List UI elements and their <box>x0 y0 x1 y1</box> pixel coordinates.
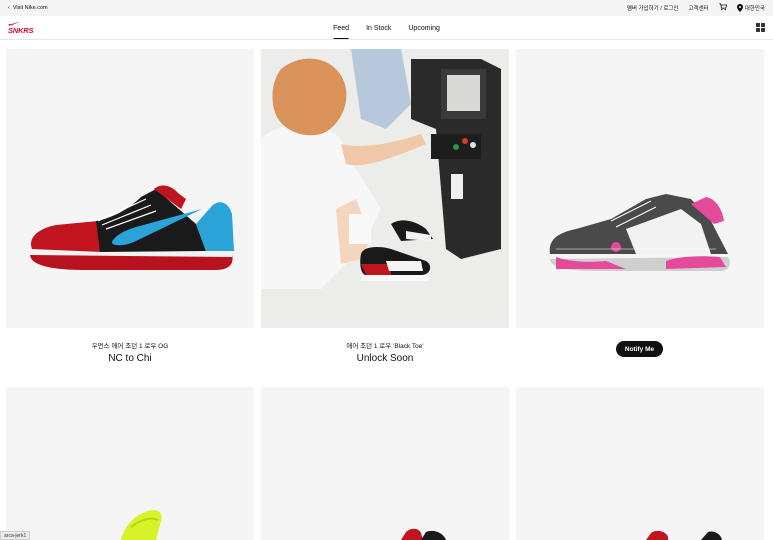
lifestyle-photo <box>261 49 509 328</box>
product-image-row2-2[interactable] <box>261 387 509 540</box>
product-image-nc-to-chi[interactable] <box>6 49 254 328</box>
product-caption-1: 우먼스 에어 조던 1 로우 OG NC to Chi <box>6 340 254 364</box>
product-caption-2: 에어 조던 1 로우 'Black Toe' Unlock Soon <box>261 340 509 364</box>
location-pin-icon <box>736 4 743 12</box>
product-subtitle: 에어 조던 1 로우 'Black Toe' <box>346 343 424 350</box>
sneaker-image <box>121 510 162 540</box>
grid-view-icon[interactable] <box>756 23 765 32</box>
tab-feed[interactable]: Feed <box>333 16 349 40</box>
product-image-third[interactable] <box>516 49 764 328</box>
cart-icon[interactable] <box>719 3 727 13</box>
product-image-black-toe[interactable] <box>261 49 509 328</box>
tab-in-stock[interactable]: In Stock <box>366 16 391 40</box>
main-nav: Feed In Stock Upcoming <box>333 16 440 40</box>
join-login-link[interactable]: 멤버 가입하기 / 로그인 <box>627 4 679 12</box>
product-subtitle: 우먼스 에어 조던 1 로우 OG <box>91 343 169 350</box>
utility-bar: ‹ Visit Nike.com 멤버 가입하기 / 로그인 고객센터 대한민국 <box>0 0 773 16</box>
product-image-row2-1[interactable] <box>6 387 254 540</box>
logo-text: SNKRS <box>8 25 34 35</box>
status-bar-url: arca-jerk1 <box>0 531 31 540</box>
snkrs-logo[interactable]: SNKRS <box>8 21 33 35</box>
tab-upcoming[interactable]: Upcoming <box>408 16 440 40</box>
swoosh-icon <box>8 21 22 26</box>
product-image-row2-3[interactable] <box>516 387 764 540</box>
main-header: SNKRS Feed In Stock Upcoming <box>0 16 773 40</box>
visit-nike-link[interactable]: ‹ Visit Nike.com <box>8 5 48 11</box>
region-selector[interactable]: 대한민국 <box>736 4 765 12</box>
chevron-left-icon: ‹ <box>8 5 10 11</box>
region-label: 대한민국 <box>744 6 765 12</box>
sneaker-image <box>549 194 730 271</box>
sneaker-image <box>401 528 446 540</box>
sneaker-image <box>646 530 722 540</box>
customer-center-link[interactable]: 고객센터 <box>689 4 709 12</box>
product-title[interactable]: Unlock Soon <box>261 353 509 364</box>
product-title[interactable]: NC to Chi <box>6 353 254 364</box>
visit-nike-label: Visit Nike.com <box>12 5 48 11</box>
sneaker-image <box>30 185 234 270</box>
notify-me-button[interactable]: Notify Me <box>616 341 663 357</box>
